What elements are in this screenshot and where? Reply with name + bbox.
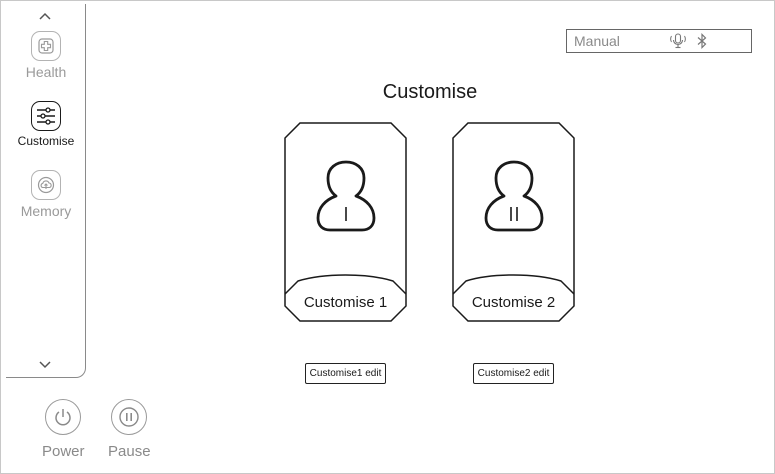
customise1-edit-button[interactable]: Customise1 edit [305, 363, 386, 384]
power-button[interactable]: Power [42, 399, 85, 460]
card-label: Customise 1 [303, 294, 388, 311]
pause-label: Pause [108, 443, 151, 460]
card-label: Customise 2 [471, 294, 556, 311]
sidebar-item-health[interactable]: Health [6, 31, 86, 80]
sidebar: Health Customise Memory [6, 4, 86, 378]
sidebar-item-memory[interactable]: Memory [6, 170, 86, 219]
user-icon [484, 160, 544, 232]
page-title: Customise [382, 81, 478, 103]
customise-card-2[interactable]: Customise 2 [452, 122, 575, 322]
sidebar-item-label: Health [25, 64, 67, 80]
sliders-icon [31, 101, 61, 131]
customise2-edit-button[interactable]: Customise2 edit [473, 363, 554, 384]
sidebar-item-label: Memory [20, 203, 72, 219]
mode-label: Manual [574, 33, 620, 49]
power-icon [45, 399, 82, 435]
mode-status-box[interactable]: Manual [566, 29, 752, 53]
customise-card-1[interactable]: Customise 1 [284, 122, 407, 322]
sidebar-item-label: Customise [17, 134, 75, 148]
pause-button[interactable]: Pause [108, 399, 151, 460]
plus-cross-icon [31, 31, 61, 61]
cloud-upload-icon [31, 170, 61, 200]
pause-icon [111, 399, 148, 435]
bluetooth-icon [696, 33, 708, 49]
chevron-down-icon[interactable] [37, 359, 53, 371]
chevron-up-icon[interactable] [37, 10, 53, 22]
user-icon [316, 160, 376, 232]
sidebar-item-customise[interactable]: Customise [6, 101, 86, 148]
power-label: Power [42, 443, 85, 460]
voice-icon [668, 33, 688, 49]
